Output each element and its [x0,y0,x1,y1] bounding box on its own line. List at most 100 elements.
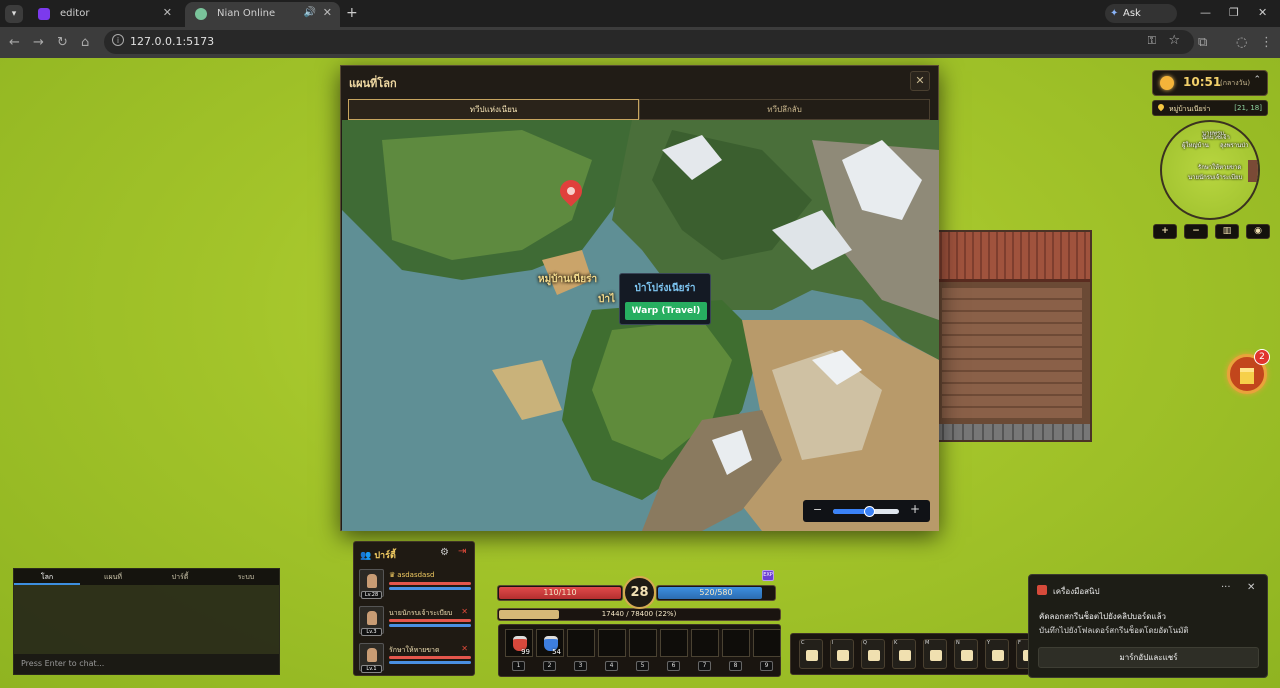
map-label-village[interactable]: หมู่บ้านเนียร่า [538,272,597,287]
window-close-icon[interactable]: ✕ [1258,6,1267,19]
back-icon[interactable]: ← [9,35,20,50]
chevron-up-icon[interactable]: ⌃ [1253,75,1261,85]
clock-time: 10:51 [1183,75,1222,89]
menu-button[interactable]: N [954,639,978,669]
minimap-zoom-out-button[interactable]: − [1184,224,1208,239]
reload-icon[interactable]: ↻ [57,35,68,50]
hotbar-slot[interactable] [691,629,719,657]
markup-and-share-button[interactable]: มาร์กอัปและแชร์ [1038,647,1259,668]
hotkey-label: 5 [636,661,649,671]
chat-tab-world[interactable]: โลก [14,569,80,585]
tab-mystery-continent[interactable]: ทวีปลึกลับ [639,99,930,120]
skill-hotbar: 99 1 54 2 3 4 5 6 7 8 9 [498,624,781,677]
menu-button[interactable]: M [923,639,947,669]
hotkey-label: 3 [574,661,587,671]
minimap-npc-label: รักษาให้หายขาด [1198,164,1242,171]
gift-count-badge: 2 [1254,349,1270,365]
member-level: Lv.3 [361,628,382,636]
minimap[interactable]: นายพรม ผู้ใหญ่บ้าน ลุงพรานป่า นักบวชเจ้า… [1160,120,1260,220]
gift-button[interactable]: 2 [1227,349,1270,394]
party-title-text: ปาร์ตี้ [374,551,396,561]
hotbar-slot[interactable] [598,629,626,657]
mp-text: 520/580 [699,588,733,597]
tab-close-icon[interactable]: ✕ [323,6,332,19]
game-menu-bar: CIQKMNYF [790,633,1040,675]
current-location-bar: หมู่บ้านเนียร่า [21, 18] [1152,100,1268,116]
warp-button[interactable]: Warp (Travel) [625,302,707,320]
member-mp-bar [389,587,471,590]
kick-member-icon[interactable]: ✕ [461,644,468,653]
chat-tab-map[interactable]: แผนที่ [80,569,146,585]
extensions-icon[interactable]: ⧉ [1198,35,1207,50]
map-icon [930,650,942,661]
close-icon[interactable]: ✕ [910,71,930,91]
hotbar-slot[interactable] [753,629,781,657]
game-viewport[interactable]: แผนที่โลก ✕ ทวีปแห่งเนียน ทวีปลึกลับ หมู… [0,58,1280,688]
menu-button[interactable]: Q [861,639,885,669]
hotbar-slot[interactable] [567,629,595,657]
zoom-slider[interactable] [833,506,899,517]
hotbar-slot[interactable] [660,629,688,657]
menu-button[interactable]: K [892,639,916,669]
tab-nian-online[interactable]: Nian Online 🔊 ✕ [185,2,340,27]
close-icon[interactable]: ✕ [1247,582,1255,593]
map-label-forest[interactable]: ป่าไ [598,292,615,307]
url-text[interactable]: 127.0.0.1:5173 [130,35,214,48]
bookmark-star-icon[interactable]: ☆ [1168,33,1180,48]
time-of-day-panel[interactable]: 10:51 (กลางวัน) ⌃ [1152,70,1268,96]
minimize-icon[interactable]: — [1200,6,1211,19]
profile-icon[interactable]: ◌ [1236,35,1247,50]
notification-app-name: เครื่องมือสนิป [1053,587,1100,596]
party-member[interactable]: Lv.3 นายนักรบเจ้าระเบียบ ✕ [358,606,472,640]
chat-tab-system[interactable]: ระบบ [213,569,279,585]
site-info-icon[interactable]: i [112,34,124,46]
tab-close-icon[interactable]: ✕ [163,6,172,19]
member-name-text: asdasdasd [397,571,435,579]
hotkey-label: 6 [667,661,680,671]
menu-hotkey: C [801,640,805,646]
player-exp-bar: 17440 / 78400 (22%) [497,608,781,621]
hotbar-slot[interactable]: 99 [505,629,533,657]
party-member[interactable]: Lv.1 รักษาให้หายขาด ✕ [358,643,472,677]
menu-button[interactable]: I [830,639,854,669]
menu-button[interactable]: C [799,639,823,669]
party-member[interactable]: Lv.28 ♛ asdasdasd [358,569,472,603]
zoom-in-button[interactable]: + [910,502,920,516]
more-options-icon[interactable]: ··· [1221,582,1231,593]
chat-tabs: โลก แผนที่ ปาร์ตี้ ระบบ [14,569,279,585]
password-key-icon[interactable]: ⚿ [1148,34,1156,48]
chat-tab-party[interactable]: ปาร์ตี้ [147,569,213,585]
menu-button[interactable]: Y [985,639,1009,669]
minimap-controls: + − ▥ ◉ [1152,224,1270,240]
browser-menu-icon[interactable]: ⋮ [1260,35,1273,50]
ask-gemini-button[interactable]: Ask Gemini [1105,4,1177,38]
address-bar[interactable]: i 127.0.0.1:5173 ⚿ ☆ [104,30,1194,54]
world-map-canvas[interactable]: หมู่บ้านเนียร่า ป่าไ ป่าโปร่งเนียร่า War… [342,120,939,531]
open-world-map-button[interactable]: ▥ [1215,224,1239,239]
hotkey-label: 4 [605,661,618,671]
home-icon[interactable]: ⌂ [81,35,89,50]
minimap-zoom-in-button[interactable]: + [1153,224,1177,239]
zoom-out-button[interactable]: − [813,503,822,516]
current-location-name: หมู่บ้านเนียร่า [1169,105,1211,113]
mail-icon [992,650,1004,661]
notification-title: คัดลอกสกรีนช็อตไปยังคลิปบอร์ดแล้ว [1039,612,1166,621]
minimap-view-button[interactable]: ◉ [1246,224,1270,239]
chat-input[interactable]: Press Enter to chat... [14,654,279,674]
hotbar-slot[interactable] [722,629,750,657]
restore-icon[interactable]: ❐ [1229,6,1239,19]
tab-continent-nian[interactable]: ทวีปแห่งเนียน [348,99,639,120]
new-tab-button[interactable]: + [346,5,358,21]
leave-party-icon[interactable]: ⇥ [458,546,466,557]
hotbar-slot[interactable]: 54 [536,629,564,657]
forward-icon[interactable]: → [33,35,44,50]
speaker-icon[interactable]: 🔊 [304,7,316,18]
tab-editor[interactable]: editor ✕ [28,2,180,27]
hotbar-slot[interactable] [629,629,657,657]
zoom-slider-thumb[interactable] [864,506,876,517]
gear-icon[interactable]: ⚙ [440,547,449,558]
skills-icon [899,650,911,661]
tab-search-button[interactable]: ▾ [5,5,23,23]
member-hp-bar [389,582,471,585]
kick-member-icon[interactable]: ✕ [461,607,468,616]
